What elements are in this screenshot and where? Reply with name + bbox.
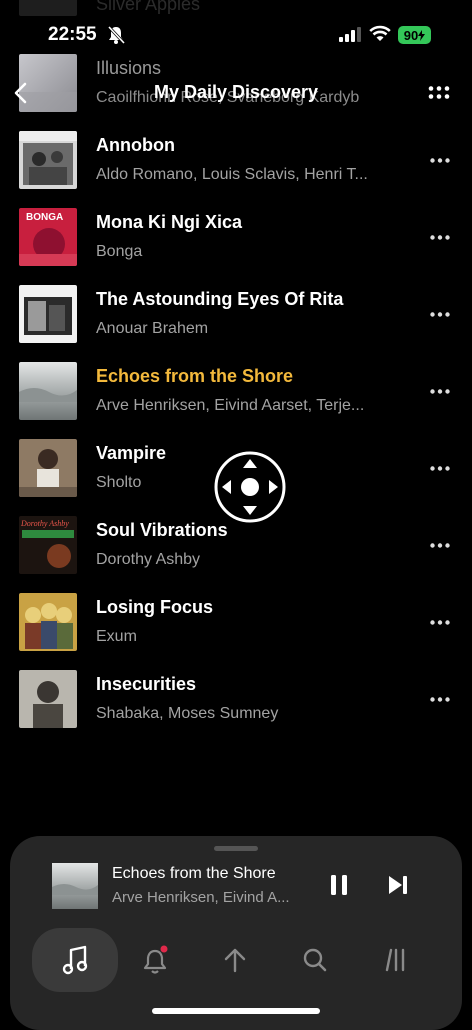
cellular-signal-icon xyxy=(339,27,361,42)
track-title: Losing Focus xyxy=(96,597,213,617)
album-art-text: BONGA xyxy=(26,212,63,223)
album-art xyxy=(19,362,77,420)
more-options-icon[interactable] xyxy=(430,543,450,548)
now-playing-artist: Arve Henriksen, Eivind A... xyxy=(112,889,290,906)
track-row[interactable]: Losing Focus Exum xyxy=(0,593,472,670)
track-title: Echoes from the Shore xyxy=(96,366,294,386)
track-artist: Aldo Romano, Louis Sclavis, Henri T... xyxy=(96,166,368,183)
track-artist: Dorothy Ashby xyxy=(96,551,201,568)
album-art-text: Dorothy Ashby xyxy=(20,519,69,528)
tab-search[interactable] xyxy=(272,928,358,992)
wifi-icon xyxy=(369,25,391,41)
more-options-icon[interactable] xyxy=(430,312,450,317)
track-row[interactable]: Dorothy Ashby Soul Vibrations Dorothy As… xyxy=(0,516,472,593)
track-row[interactable]: The Astounding Eyes Of Rita Anouar Brahe… xyxy=(0,285,472,362)
track-artist: Anouar Brahem xyxy=(96,320,209,337)
tab-notifications[interactable] xyxy=(112,928,198,992)
battery-level: 90 xyxy=(403,27,419,43)
album-art xyxy=(19,131,77,189)
track-row[interactable]: Annobon Aldo Romano, Louis Sclavis, Henr… xyxy=(0,131,472,208)
dpad-control-icon[interactable] xyxy=(214,451,286,523)
track-title: Mona Ki Ngi Xica xyxy=(96,212,243,232)
skip-next-icon[interactable] xyxy=(386,873,410,897)
more-options-icon[interactable] xyxy=(430,158,450,163)
track-artist: Sholto xyxy=(96,474,142,491)
track-artist: Bonga xyxy=(96,243,143,260)
now-playing-album-art xyxy=(52,863,98,909)
more-options-icon[interactable] xyxy=(430,389,450,394)
tab-upload[interactable] xyxy=(192,928,278,992)
header: My Daily Discovery xyxy=(0,50,472,130)
album-art: BONGA xyxy=(19,208,77,266)
more-options-icon[interactable] xyxy=(430,620,450,625)
track-title: Vampire xyxy=(96,443,167,463)
track-artist: Exum xyxy=(96,628,137,645)
track-title: Annobon xyxy=(96,135,175,155)
charging-bolt-icon xyxy=(418,29,426,41)
tab-library[interactable] xyxy=(352,928,438,992)
more-options-icon[interactable] xyxy=(430,466,450,471)
more-options-icon[interactable] xyxy=(430,697,450,702)
album-art xyxy=(19,670,77,728)
track-row[interactable]: BONGA Mona Ki Ngi Xica Bonga xyxy=(0,208,472,285)
album-art xyxy=(19,285,77,343)
bell-icon xyxy=(143,945,168,974)
drag-handle[interactable] xyxy=(214,846,258,851)
page-title: My Daily Discovery xyxy=(153,82,319,102)
track-title: The Astounding Eyes Of Rita xyxy=(96,289,344,309)
home-indicator[interactable] xyxy=(152,1008,320,1014)
album-art xyxy=(19,593,77,651)
status-bar: 22:55 90 xyxy=(0,0,472,50)
status-time: 22:55 xyxy=(48,24,97,45)
search-icon xyxy=(303,948,327,972)
battery-indicator: 90 xyxy=(398,26,431,44)
upload-icon xyxy=(224,948,246,973)
bell-slash-icon xyxy=(107,25,126,45)
pause-icon[interactable] xyxy=(329,873,351,897)
album-art: Dorothy Ashby xyxy=(19,516,77,574)
more-options-icon[interactable] xyxy=(430,235,450,240)
track-row[interactable]: Echoes from the Shore Arve Henriksen, Ei… xyxy=(0,362,472,439)
track-row[interactable]: Insecurities Shabaka, Moses Sumney xyxy=(0,670,472,747)
track-title: Insecurities xyxy=(96,674,197,694)
track-artist: Arve Henriksen, Eivind Aarset, Terje... xyxy=(96,397,365,414)
now-playing-title: Echoes from the Shore xyxy=(112,865,276,882)
more-options-icon[interactable] xyxy=(428,86,450,99)
track-artist: Shabaka, Moses Sumney xyxy=(96,705,279,722)
music-note-icon xyxy=(62,945,88,975)
track-title: Soul Vibrations xyxy=(96,520,228,540)
tab-music[interactable] xyxy=(32,928,118,992)
album-art xyxy=(19,439,77,497)
library-icon xyxy=(385,948,405,972)
